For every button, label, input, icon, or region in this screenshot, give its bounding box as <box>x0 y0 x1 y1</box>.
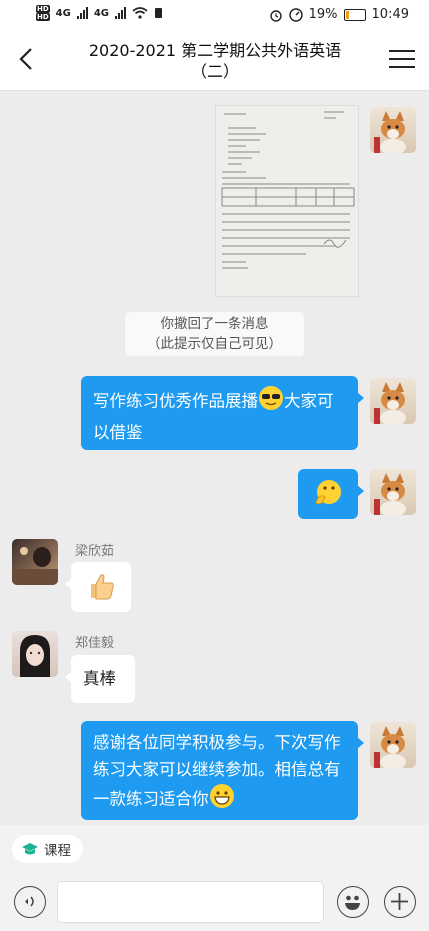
my-avatar[interactable] <box>370 378 416 424</box>
thumbs-up-emoji-icon <box>85 570 117 610</box>
corgi-avatar-image <box>374 382 406 424</box>
course-chip[interactable]: 课程 <box>12 835 83 863</box>
back-arrow-icon[interactable] <box>12 44 42 74</box>
wifi-icon <box>132 7 148 19</box>
status-right: 19% 10:49 <box>269 7 409 22</box>
message-bubble-outgoing[interactable]: 写作练习优秀作品展播 大家可以借鉴 <box>81 376 364 450</box>
corgi-avatar-image <box>374 111 406 153</box>
clock: 10:49 <box>371 7 409 22</box>
corgi-avatar-image <box>374 473 406 515</box>
message-bubble-outgoing[interactable]: 感谢各位同学积极参与。下次写作练习大家可以继续参加。相信总有一款练习适合你 <box>81 721 364 820</box>
grinning-emoji-icon <box>209 783 235 817</box>
photo-avatar-image <box>12 547 58 585</box>
message-bubble-incoming[interactable]: 真棒 <box>65 655 135 703</box>
plus-icon <box>391 893 408 910</box>
alarm-icon <box>269 9 282 22</box>
chat-header: 2020-2021 第二学期公共外语英语（二） <box>0 32 429 91</box>
photo-avatar-image <box>20 635 50 677</box>
sunglasses-emoji-icon <box>258 385 284 419</box>
sender-name-2: 郑佳毅 <box>75 636 115 651</box>
emoji-button[interactable] <box>337 886 369 918</box>
signal-icon-2 <box>115 7 127 19</box>
message-text: 写作练习优秀作品展播 <box>93 391 258 411</box>
menu-icon[interactable] <box>389 50 415 70</box>
speed-icon <box>288 7 303 22</box>
input-bar <box>0 873 429 931</box>
voice-icon <box>25 896 34 907</box>
corgi-avatar-image <box>374 726 406 768</box>
sender-avatar-1[interactable] <box>12 539 58 585</box>
hd-icon: HD HD <box>36 5 50 21</box>
status-left: HD HD 4G 4G <box>36 5 163 21</box>
signal-icon <box>76 7 88 19</box>
add-button[interactable] <box>384 886 416 918</box>
my-avatar[interactable] <box>370 469 416 515</box>
battery-percent: 19% <box>308 7 338 22</box>
battery-icon <box>343 8 366 21</box>
message-bubble-outgoing-emoji[interactable] <box>298 469 364 519</box>
network-label-2: 4G <box>93 7 110 19</box>
shortcut-bar: 课程 <box>0 825 429 873</box>
recall-notice: 你撤回了一条消息 （此提示仅自己可见） <box>125 312 304 356</box>
message-text: 真棒 <box>83 669 116 688</box>
thinking-emoji-icon <box>312 477 344 517</box>
my-avatar[interactable] <box>370 107 416 153</box>
essay-photo <box>216 106 358 296</box>
status-bar: HD HD 4G 4G 19% 10:49 <box>0 0 429 32</box>
graduation-cap-icon <box>22 843 38 855</box>
image-message[interactable] <box>215 105 359 297</box>
notification-icon <box>155 8 163 18</box>
chat-title: 2020-2021 第二学期公共外语英语（二） <box>88 41 342 81</box>
message-bubble-incoming[interactable] <box>65 562 131 612</box>
sender-avatar-2[interactable] <box>12 631 58 677</box>
course-chip-label: 课程 <box>44 843 71 859</box>
network-label-1: 4G <box>55 7 71 19</box>
voice-button[interactable] <box>14 886 46 918</box>
recall-hint: （此提示仅自己可见） <box>147 336 282 352</box>
my-avatar[interactable] <box>370 722 416 768</box>
recall-text: 你撤回了一条消息 <box>160 316 269 332</box>
message-input[interactable] <box>57 881 324 923</box>
sender-name-1: 梁欣茹 <box>75 544 115 559</box>
smiley-icon <box>345 895 360 910</box>
